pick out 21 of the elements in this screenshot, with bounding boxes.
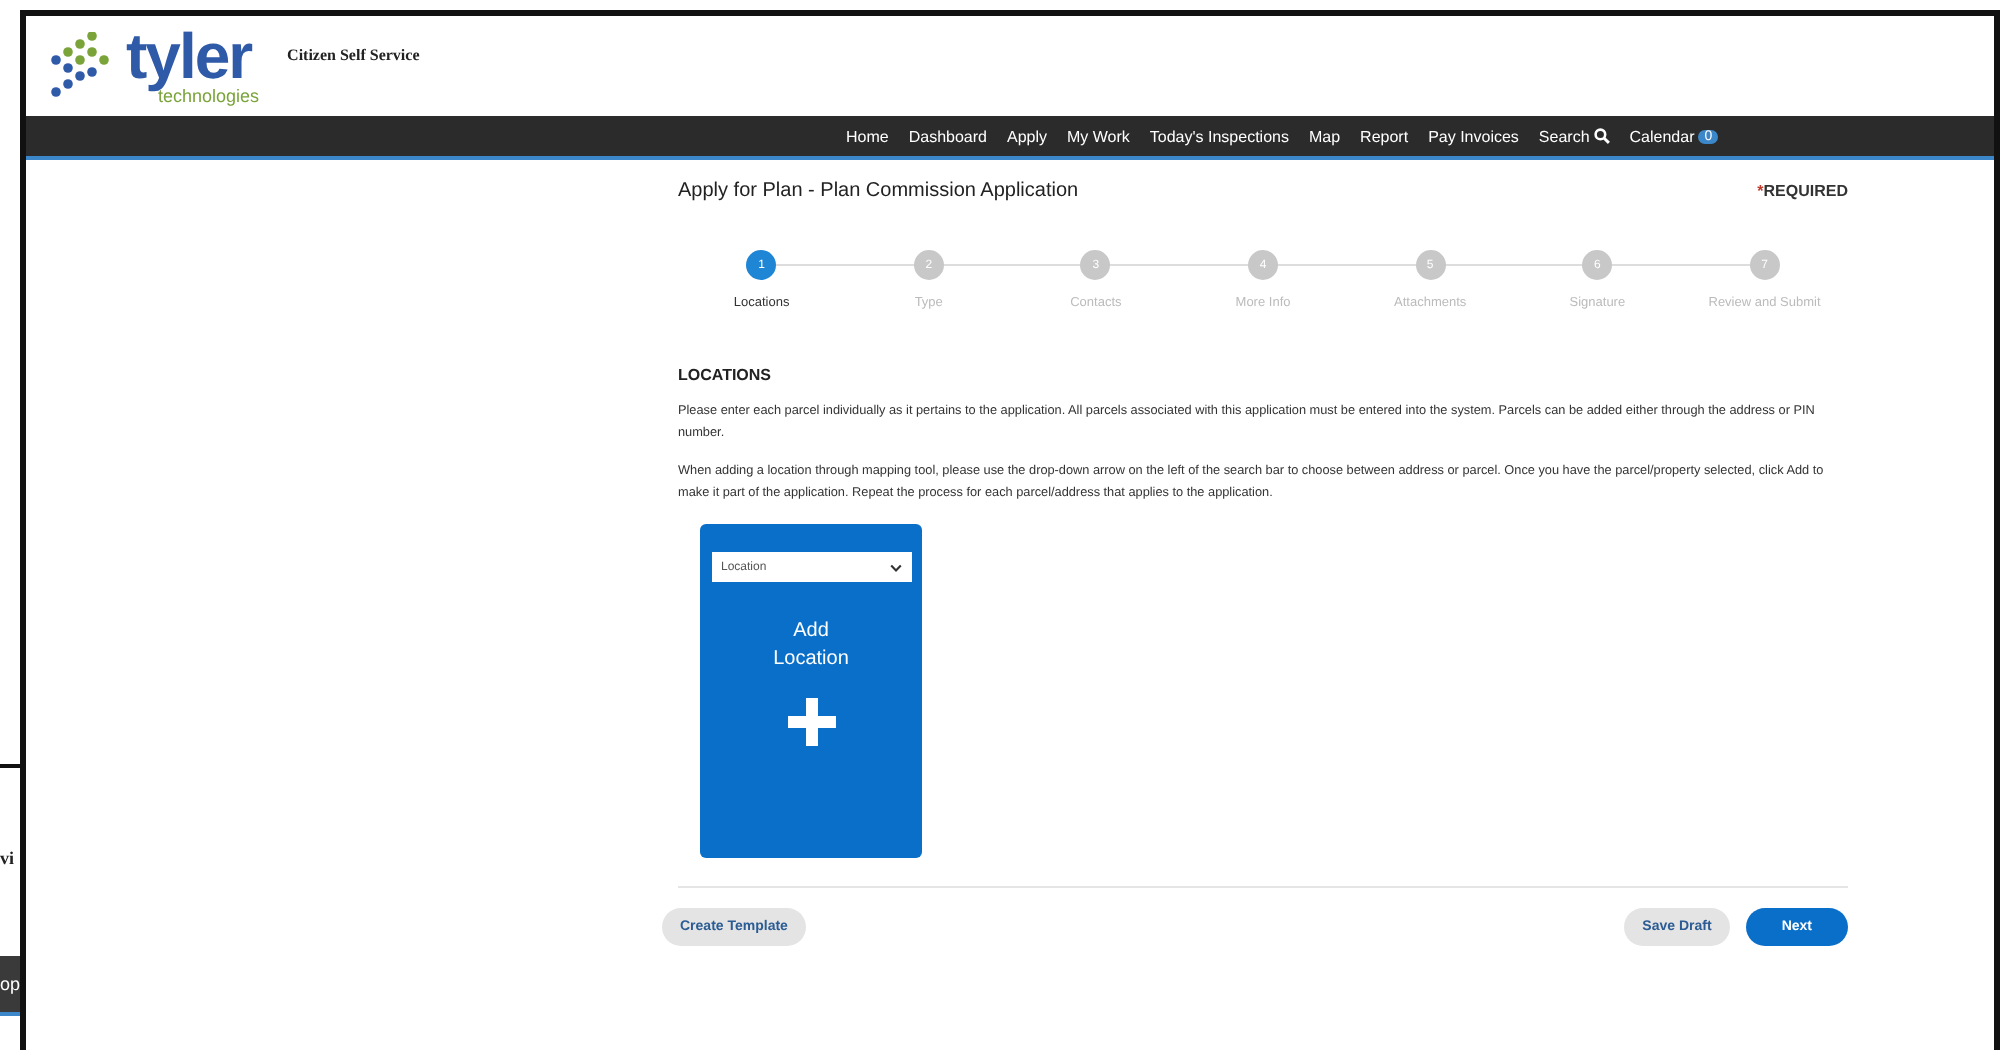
nav-link[interactable]: Apply xyxy=(1006,127,1047,145)
nav-link[interactable]: My Work xyxy=(1067,127,1130,145)
nav-link[interactable]: Report xyxy=(1360,127,1409,145)
section-heading: LOCATIONS xyxy=(678,366,774,384)
nav-link[interactable]: Map xyxy=(1308,127,1341,145)
required-note: *REQUIRED xyxy=(1757,182,1848,200)
chevron-down-icon xyxy=(889,563,901,571)
logo-icon xyxy=(50,32,114,100)
nav-link[interactable]: Dashboard xyxy=(908,127,987,145)
nav-link[interactable]: Today's Inspections xyxy=(1149,127,1289,145)
nav-link[interactable]: Home xyxy=(846,127,889,145)
nav-link[interactable]: Search xyxy=(1538,127,1610,145)
plus-icon xyxy=(787,698,835,746)
card-title: Add Location xyxy=(773,618,849,674)
cut-off-text: vi xyxy=(0,848,17,868)
site-title: Citizen Self Service xyxy=(287,45,420,63)
logo-subtitle: technologies xyxy=(158,86,260,106)
cut-off-text: op xyxy=(0,974,20,994)
page-title: Apply for Plan - Plan Commission Application xyxy=(678,180,1079,202)
search-icon xyxy=(1593,128,1610,144)
nav-link[interactable]: Pay Invoices xyxy=(1428,127,1519,145)
